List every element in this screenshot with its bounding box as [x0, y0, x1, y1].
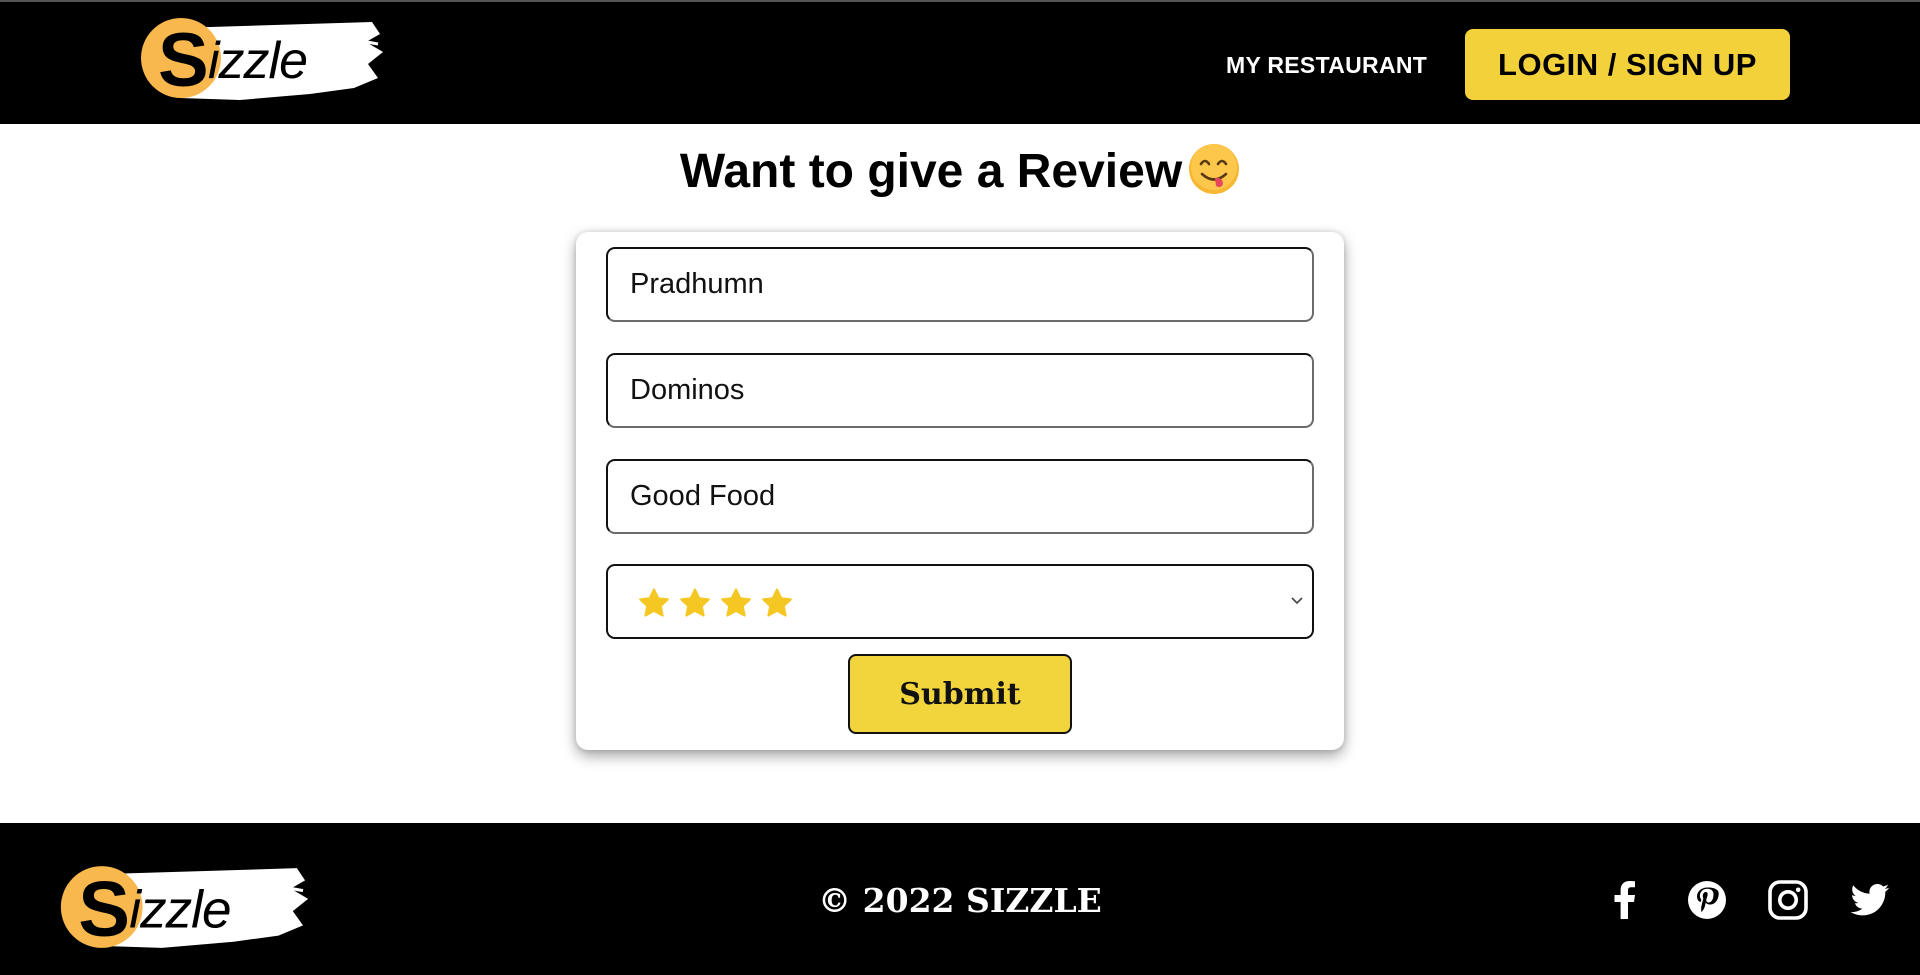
- review-input[interactable]: [606, 459, 1314, 534]
- star-icon: [639, 588, 669, 617]
- footer: S izzle © 2022 SIZZLE: [0, 823, 1920, 975]
- instagram-icon[interactable]: [1767, 879, 1809, 921]
- rating-stars: [638, 587, 793, 619]
- my-restaurant-link[interactable]: MY RESTAURANT: [1226, 50, 1427, 80]
- star-icon: [680, 588, 710, 617]
- restaurant-input[interactable]: [606, 353, 1314, 428]
- twitter-icon[interactable]: [1849, 879, 1891, 921]
- star-icon: [762, 588, 792, 617]
- sizzle-logo[interactable]: S izzle: [140, 14, 385, 106]
- page-title: Want to give a Review: [0, 142, 1920, 202]
- submit-button[interactable]: Submit: [848, 654, 1072, 734]
- name-input[interactable]: [606, 247, 1314, 322]
- page-title-text: Want to give a Review: [679, 145, 1183, 198]
- review-form-card: Submit: [576, 232, 1344, 750]
- pinterest-icon[interactable]: [1686, 879, 1728, 921]
- login-signup-button[interactable]: LOGIN / SIGN UP: [1465, 29, 1790, 100]
- svg-text:izzle: izzle: [208, 32, 307, 90]
- top-navbar: S izzle MY RESTAURANT LOGIN / SIGN UP: [0, 0, 1920, 124]
- facebook-icon[interactable]: [1604, 879, 1646, 921]
- svg-text:S: S: [158, 18, 209, 103]
- star-icon: [721, 588, 751, 617]
- chevron-down-icon: [1291, 597, 1303, 605]
- face-savoring-food-emoji: [1189, 144, 1240, 194]
- rating-select[interactable]: [606, 564, 1314, 639]
